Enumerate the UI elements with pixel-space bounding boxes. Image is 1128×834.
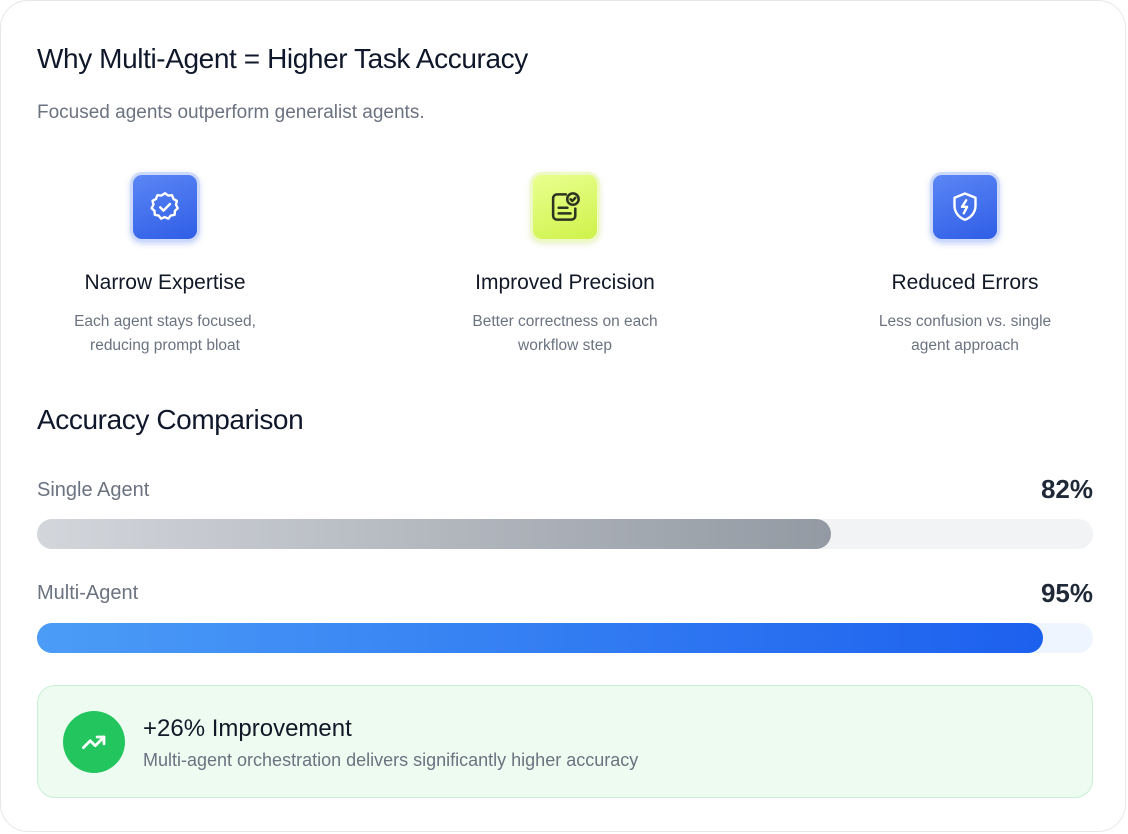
feature-narrow-expertise: Narrow Expertise Each agent stays focuse… [15,172,315,358]
trending-up-icon [63,711,125,773]
feature-desc-line: agent approach [911,337,1019,354]
badge-check-icon [130,172,200,242]
accuracy-card: Why Multi-Agent = Higher Task Accuracy F… [0,0,1126,832]
document-check-icon [530,172,600,242]
feature-desc-line: Better correctness on each [472,313,658,330]
feature-desc-line: reducing prompt bloat [90,337,240,354]
page-subtitle: Focused agents outperform generalist age… [37,102,425,123]
multi-agent-progress-track [37,623,1093,653]
multi-agent-label: Multi-Agent [37,582,139,604]
single-agent-progress-fill [37,519,832,549]
shield-bolt-icon [930,172,1000,242]
improvement-callout: +26% Improvement Multi-agent orchestrati… [37,685,1093,798]
feature-reduced-errors: Reduced Errors Less confusion vs. single… [815,172,1115,358]
feature-title: Reduced Errors [891,271,1039,294]
feature-desc-line: Each agent stays focused, [74,313,256,330]
single-agent-value: 82% [1040,474,1093,504]
feature-title: Improved Precision [475,271,655,294]
feature-description: Each agent stays focused, reducing promp… [15,310,315,358]
feature-improved-precision: Improved Precision Better correctness on… [415,172,715,358]
comparison-title: Accuracy Comparison [37,404,304,435]
feature-description: Less confusion vs. single agent approach [815,310,1115,358]
single-agent-label: Single Agent [37,479,150,501]
multi-agent-value: 95% [1040,578,1093,608]
improvement-title: +26% Improvement [143,715,352,742]
improvement-description: Multi-agent orchestration delivers signi… [143,750,639,770]
single-agent-progress-track [37,519,1093,549]
feature-desc-line: Less confusion vs. single [878,313,1052,330]
feature-title: Narrow Expertise [84,271,246,294]
feature-description: Better correctness on each workflow step [415,310,715,358]
feature-desc-line: workflow step [518,337,612,354]
page-title: Why Multi-Agent = Higher Task Accuracy [37,43,528,74]
multi-agent-progress-fill [37,623,1044,653]
